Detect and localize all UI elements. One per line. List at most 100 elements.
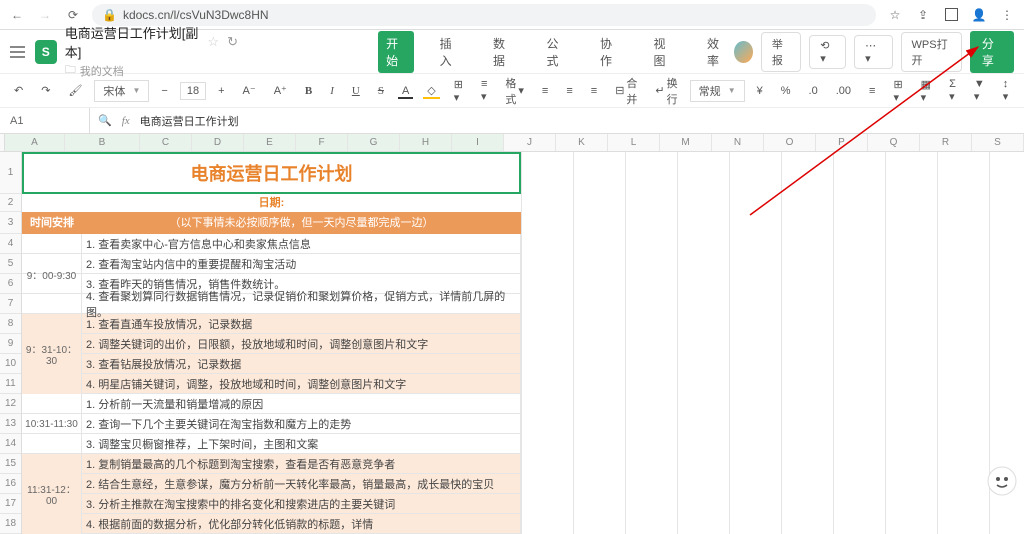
ext-icon[interactable]: [942, 6, 960, 24]
row-header-11[interactable]: 11: [0, 374, 21, 394]
table-row[interactable]: 11:31-12：001. 复制销量最高的几个标题到淘宝搜索，查看是否有恶意竞争…: [22, 454, 521, 474]
col-header-D[interactable]: D: [192, 134, 244, 151]
col-header-M[interactable]: M: [660, 134, 712, 151]
reload-icon[interactable]: ⟳: [64, 6, 82, 24]
underline-button[interactable]: U: [346, 83, 366, 99]
col-header-O[interactable]: O: [764, 134, 816, 151]
row-header-18[interactable]: 18: [0, 514, 21, 534]
share-ext-icon[interactable]: ☆: [886, 6, 904, 24]
merge-button[interactable]: ⊟ 合并: [609, 73, 643, 109]
row-header-13[interactable]: 13: [0, 414, 21, 434]
row-header-2[interactable]: 2: [0, 194, 21, 212]
tab-insert[interactable]: 插入: [432, 31, 467, 73]
table-row[interactable]: 11:31-12：002. 结合生意经，生意参谋，魔方分析前一天转化率最高，销量…: [22, 474, 521, 494]
title-cell[interactable]: 电商运营日工作计划: [22, 152, 521, 194]
row-header-9[interactable]: 9: [0, 334, 21, 354]
row-header-10[interactable]: 10: [0, 354, 21, 374]
fx-icon[interactable]: fx: [122, 115, 130, 127]
table-row[interactable]: 9：00-9:302. 查看淘宝站内信中的重要提醒和淘宝活动: [22, 254, 521, 274]
col-header-R[interactable]: R: [920, 134, 972, 151]
row-header-1[interactable]: 1: [0, 152, 21, 194]
col-header-G[interactable]: G: [348, 134, 400, 151]
col-header-I[interactable]: I: [452, 134, 504, 151]
sync-button[interactable]: ⟲ ▾: [809, 35, 846, 69]
row-header-5[interactable]: 5: [0, 254, 21, 274]
report-button[interactable]: 举报: [761, 32, 801, 72]
profile-icon[interactable]: 👤: [970, 6, 988, 24]
table-row[interactable]: 10:31-11:302. 查询一下几个主要关键词在淘宝指数和魔方上的走势: [22, 414, 521, 434]
search-icon[interactable]: 🔍: [98, 114, 112, 127]
border-button[interactable]: ⊞ ▾: [448, 76, 469, 106]
more-button[interactable]: ⋯ ▾: [854, 35, 892, 69]
sum-button[interactable]: Σ ▾: [943, 76, 962, 105]
sort-button[interactable]: ↕ ▾: [997, 76, 1015, 105]
wps-open-button[interactable]: WPS打开: [901, 32, 962, 72]
star-icon[interactable]: ☆: [208, 34, 220, 50]
tab-collab[interactable]: 协作: [592, 31, 627, 73]
table-row[interactable]: 4. 明星店铺关键词，调整，投放地域和时间，调整创意图片和文字: [22, 374, 521, 394]
dec-size[interactable]: −: [155, 83, 173, 99]
avatar[interactable]: [734, 41, 752, 63]
size-input[interactable]: 18: [180, 82, 206, 100]
row-header-17[interactable]: 17: [0, 494, 21, 514]
table-row[interactable]: 3. 查看钻展投放情况，记录数据: [22, 354, 521, 374]
menu-icon[interactable]: ⋮: [998, 6, 1016, 24]
dec0-button[interactable]: .0: [803, 83, 824, 99]
format-select[interactable]: 常规▼: [690, 80, 745, 102]
col-header-B[interactable]: B: [65, 134, 140, 151]
assistant-icon[interactable]: [986, 465, 1018, 497]
tab-eff[interactable]: 效率: [699, 31, 734, 73]
formula-content[interactable]: 电商运营日工作计划: [140, 113, 239, 129]
redo-button[interactable]: ↷: [35, 82, 56, 99]
align-h-button[interactable]: ≡ ▾: [475, 76, 493, 105]
row-header-16[interactable]: 16: [0, 474, 21, 494]
type-button[interactable]: ≡: [863, 83, 881, 99]
indent-button[interactable]: ≡: [585, 83, 603, 99]
percent-button[interactable]: %: [775, 83, 797, 99]
table-row[interactable]: 3. 分析主推款在淘宝搜索中的排名变化和搜索进店的主要关键词: [22, 494, 521, 514]
row-header-15[interactable]: 15: [0, 454, 21, 474]
font-select[interactable]: 宋体▼: [94, 80, 149, 102]
table-row[interactable]: 9：00-9:301. 查看卖家中心-官方信息中心和卖家焦点信息: [22, 234, 521, 254]
install-icon[interactable]: ⇪: [914, 6, 932, 24]
font-dec[interactable]: A⁻: [237, 82, 262, 99]
strike-button[interactable]: S: [372, 83, 390, 99]
halign-button[interactable]: ≡: [560, 83, 578, 99]
fill-button[interactable]: ▦ ▾: [915, 76, 937, 106]
back-icon[interactable]: ←: [8, 6, 26, 24]
dec00-button[interactable]: .00: [830, 83, 857, 99]
table-row[interactable]: 4. 查看聚划算同行数据销售情况，记录促销价和聚划算价格，促销方式，详情前几屏的…: [22, 294, 521, 314]
col-header-J[interactable]: J: [504, 134, 556, 151]
currency-button[interactable]: ¥: [751, 83, 769, 99]
col-header-H[interactable]: H: [400, 134, 452, 151]
col-header-S[interactable]: S: [972, 134, 1024, 151]
history-icon[interactable]: ↻: [227, 34, 238, 50]
chart-button[interactable]: 📊 ▾: [1020, 76, 1024, 106]
col-header-K[interactable]: K: [556, 134, 608, 151]
font-inc[interactable]: A⁺: [268, 82, 293, 99]
tab-formula[interactable]: 公式: [539, 31, 574, 73]
table-row[interactable]: 10:31-11:301. 分析前一天流量和销量增减的原因: [22, 394, 521, 414]
wrap-button[interactable]: ↵ 换行: [649, 73, 683, 109]
forward-icon[interactable]: →: [36, 6, 54, 24]
format-button[interactable]: 格式 ▾: [499, 73, 530, 109]
inc-size[interactable]: +: [212, 83, 230, 99]
table-row[interactable]: 9：31-10：302. 调整关键词的出价，日限额，投放地域和时间，调整创意图片…: [22, 334, 521, 354]
hamburger-icon[interactable]: [10, 46, 25, 58]
tab-view[interactable]: 视图: [646, 31, 681, 73]
row-header-4[interactable]: 4: [0, 234, 21, 254]
tab-data[interactable]: 数据: [485, 31, 520, 73]
rows-button[interactable]: ⊞ ▾: [887, 76, 908, 106]
col-header-C[interactable]: C: [140, 134, 192, 151]
col-header-P[interactable]: P: [816, 134, 868, 151]
spreadsheet[interactable]: ABCDEFGHIJKLMNOPQRS 12345678910111213141…: [0, 134, 1024, 534]
row-header-7[interactable]: 7: [0, 294, 21, 314]
fill-color-button[interactable]: ◇: [421, 82, 441, 99]
row-header-3[interactable]: 3: [0, 212, 21, 234]
italic-button[interactable]: I: [324, 83, 340, 99]
valign-button[interactable]: ≡: [536, 83, 554, 99]
table-row[interactable]: 3. 调整宝贝橱窗推荐，上下架时间，主图和文案: [22, 434, 521, 454]
tab-start[interactable]: 开始: [378, 31, 413, 73]
col-header-Q[interactable]: Q: [868, 134, 920, 151]
col-header-F[interactable]: F: [296, 134, 348, 151]
